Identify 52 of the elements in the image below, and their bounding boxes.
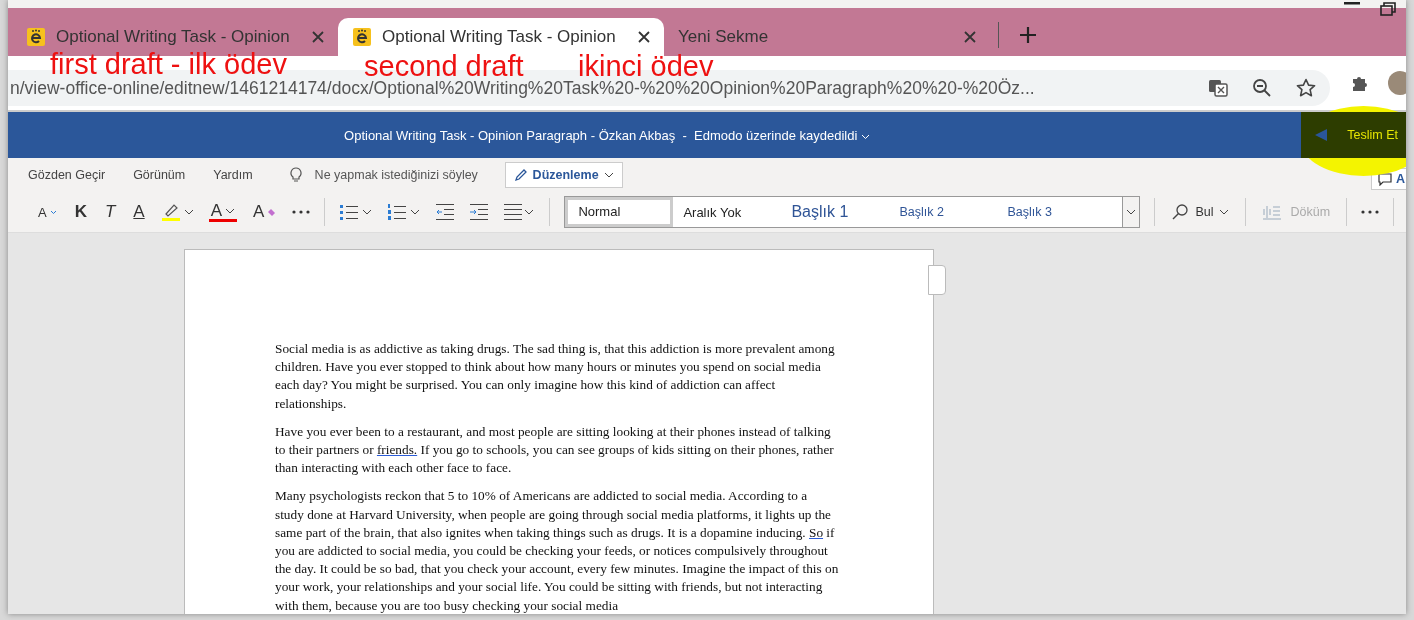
caret-icon (603, 172, 614, 178)
caret-icon (225, 207, 236, 214)
style-option[interactable]: Başlık 3 (997, 205, 1106, 219)
ribbon-tab[interactable]: Gözden Geçir (28, 168, 106, 182)
document-title[interactable]: Optional Writing Task - Opinion Paragraph - Özkan Akbaş - Edmodo üzerinde kaydedildi (344, 127, 870, 143)
pencil-icon (513, 168, 528, 182)
comment-icon (1377, 172, 1392, 186)
style-option[interactable]: Aralık Yok (673, 204, 782, 220)
clear-formatting-button[interactable]: A (251, 202, 279, 222)
style-option[interactable]: Başlık 2 (889, 205, 998, 219)
paragraph: Many psychologists reckon that 5 to 10% of Americans are addicted to social media. According to a study done at Harvard University, when people are going through social media platforms, it lights up the same part of the brain, that also ignites when taking things such as drugs. It is a dopamine inducing. So if you are addicted to social media, you could be checking your feeds, or notices compulsively throughout the day. It could be so bad, that you check your account, every few minutes. Imagine the impact of this on your work, your relationships and your social life. You could be sitting with friends, but not interacting with them, because you are too busy checking your social media (275, 487, 839, 614)
paragraph: Social media is as addictive as taking drugs. The sad thing is, that this addiction is more prevalent among children. Have you ever stopped to think about how many hours or minutes you spend on social media each day? You might be surprised. You can only imagine how this kind of addiction can affect relationships. (275, 340, 836, 413)
restore-icon[interactable] (1380, 2, 1396, 16)
zoom-out-icon[interactable] (1252, 78, 1272, 98)
lightbulb-icon (288, 167, 303, 183)
italic-button[interactable]: T (102, 202, 118, 222)
bullet-list-icon[interactable] (339, 203, 374, 221)
ribbon-tab[interactable]: Yardım (213, 168, 253, 182)
minimize-icon[interactable] (1344, 2, 1360, 6)
style-option[interactable]: Normal (565, 197, 674, 227)
caret-icon (1219, 209, 1230, 215)
close-tab-icon[interactable] (638, 31, 650, 43)
highlight-color-icon[interactable] (160, 202, 195, 222)
submit-button[interactable]: Teslim Et (1301, 112, 1406, 158)
more-icon[interactable] (292, 210, 311, 214)
new-tab-icon[interactable] (1019, 26, 1037, 44)
ribbon-tab[interactable]: Görünüm (133, 168, 186, 182)
translate-icon[interactable] (1208, 78, 1228, 98)
search-icon (1171, 203, 1190, 221)
site-favicon-icon (26, 27, 46, 47)
profile-avatar[interactable] (1388, 71, 1406, 95)
find-button[interactable]: Bul (1169, 203, 1232, 221)
font-color-button[interactable]: A (208, 202, 238, 222)
bookmark-star-icon[interactable] (1296, 78, 1316, 98)
numbered-list-icon[interactable] (387, 203, 422, 221)
caret-icon[interactable] (860, 133, 870, 140)
tell-me-field[interactable]: Ne yapmak istediğinizi söyley (288, 167, 497, 183)
bold-button[interactable]: K (72, 202, 89, 222)
editing-mode-button[interactable]: Düzenleme (504, 162, 623, 188)
page-handle[interactable] (928, 265, 946, 295)
decrease-indent-icon[interactable] (435, 203, 456, 221)
triangle-icon (1313, 127, 1330, 143)
paragraph: Have you ever been to a restaurant, and most people are sitting looking at their phones instead of talking to their partners or friends. If you go to schools, you can see groups of kids sitting on their phones, rather than interacting with each other face to face. (275, 422, 835, 478)
shrink-font-button[interactable]: A (36, 204, 59, 220)
underline-button[interactable]: A (131, 202, 147, 222)
more-icon[interactable] (1361, 210, 1380, 214)
site-favicon-icon (352, 27, 372, 47)
paragraph-alignment-icon[interactable] (503, 203, 536, 221)
eraser-icon (267, 207, 277, 217)
style-option[interactable]: Başlık 1 (781, 203, 890, 221)
increase-indent-icon[interactable] (469, 203, 490, 221)
gallery-expand-icon[interactable] (1122, 197, 1140, 227)
